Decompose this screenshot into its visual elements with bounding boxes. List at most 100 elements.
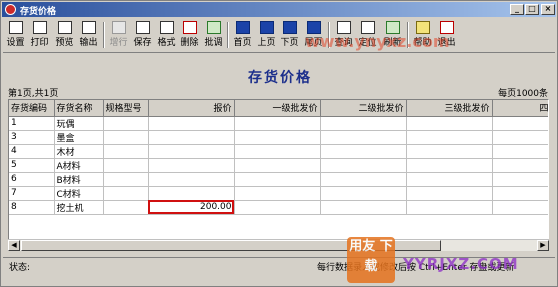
cell-price-editing[interactable]: 200.00 [148,200,235,215]
cell-wholesale-1[interactable] [234,158,321,173]
cell-wholesale-2[interactable] [320,172,407,187]
cell-name[interactable]: 墨盒 [54,130,104,145]
save-label: 保存 [133,38,152,48]
format-button[interactable]: 格式 [156,20,177,50]
header-row: 存货编码 存货名称 规格型号 报价 一级批发价 二级批发价 三级批发价 四级 [9,100,548,117]
table-row[interactable]: 4 木材 [9,144,548,159]
first-page-button[interactable]: 首页 [232,20,253,50]
cell-code[interactable]: 5 [9,158,55,173]
cell-price[interactable] [148,144,235,159]
cell-spec[interactable] [103,158,149,173]
cell-price[interactable] [148,172,235,187]
cell-code[interactable]: 8 [9,200,55,215]
table-row[interactable]: 3 墨盒 [9,130,548,145]
preview-button[interactable]: 预览 [54,20,75,50]
cell-code[interactable]: 7 [9,186,55,201]
prev-page-button[interactable]: 上页 [256,20,277,50]
cell-wholesale-4[interactable] [492,200,548,215]
cell-price[interactable] [148,186,235,201]
close-button[interactable]: × [541,4,555,15]
preview-label: 预览 [55,38,74,48]
col-wholesale-2[interactable]: 二级批发价 [320,100,407,117]
cell-wholesale-1[interactable] [234,172,321,187]
cell-code[interactable]: 6 [9,172,55,187]
col-price[interactable]: 报价 [148,100,235,117]
cell-spec[interactable] [103,172,149,187]
col-wholesale-4[interactable]: 四级 [492,100,548,117]
cell-price[interactable] [148,130,235,145]
col-spec[interactable]: 规格型号 [103,100,149,117]
cell-name[interactable]: 挖土机 [54,200,104,215]
cell-price[interactable] [148,116,235,131]
cell-wholesale-3[interactable] [406,130,493,145]
col-name[interactable]: 存货名称 [54,100,104,117]
cell-wholesale-4[interactable] [492,130,548,145]
cell-wholesale-4[interactable] [492,116,548,131]
table-row[interactable]: 1 玩偶 [9,116,548,131]
cell-wholesale-2[interactable] [320,158,407,173]
add-row-button[interactable]: 增行 [108,20,129,50]
cell-wholesale-3[interactable] [406,116,493,131]
cell-wholesale-3[interactable] [406,172,493,187]
horizontal-scrollbar[interactable]: ◀ ▶ [8,239,549,251]
col-wholesale-1[interactable]: 一级批发价 [234,100,321,117]
cell-wholesale-2[interactable] [320,130,407,145]
cell-spec[interactable] [103,116,149,131]
price-grid: 存货编码 存货名称 规格型号 报价 一级批发价 二级批发价 三级批发价 四级 1… [8,99,549,249]
cell-wholesale-1[interactable] [234,130,321,145]
cell-code[interactable]: 3 [9,130,55,145]
table-row[interactable]: 6 B材料 [9,172,548,187]
cell-wholesale-1[interactable] [234,116,321,131]
cell-spec[interactable] [103,200,149,215]
cell-wholesale-1[interactable] [234,200,321,215]
cell-wholesale-3[interactable] [406,158,493,173]
col-wholesale-3[interactable]: 三级批发价 [406,100,493,117]
settings-icon [8,21,23,34]
cell-wholesale-3[interactable] [406,144,493,159]
cell-spec[interactable] [103,130,149,145]
cell-wholesale-3[interactable] [406,186,493,201]
minimize-button[interactable]: _ [510,4,524,15]
cell-spec[interactable] [103,186,149,201]
cell-spec[interactable] [103,144,149,159]
cell-price[interactable] [148,158,235,173]
cell-wholesale-4[interactable] [492,158,548,173]
delete-icon [182,21,197,34]
cell-name[interactable]: C材料 [54,186,104,201]
cell-wholesale-1[interactable] [234,144,321,159]
export-button[interactable]: 输出 [78,20,99,50]
scroll-right-icon[interactable]: ▶ [537,240,549,251]
cell-name[interactable]: A材料 [54,158,104,173]
cell-wholesale-2[interactable] [320,116,407,131]
cell-code[interactable]: 4 [9,144,55,159]
cell-wholesale-4[interactable] [492,144,548,159]
cell-wholesale-1[interactable] [234,186,321,201]
cell-name[interactable]: 木材 [54,144,104,159]
batch-adjust-button[interactable]: 批调 [203,20,224,50]
table-row[interactable]: 7 C材料 [9,186,548,201]
maximize-button[interactable]: □ [525,4,539,15]
next-page-button[interactable]: 下页 [279,20,300,50]
table-row[interactable]: 8 挖土机 200.00 [9,200,548,215]
cell-name[interactable]: 玩偶 [54,116,104,131]
cell-code[interactable]: 1 [9,116,55,131]
cell-wholesale-4[interactable] [492,172,548,187]
col-code[interactable]: 存货编码 [9,100,55,117]
delete-button[interactable]: 删除 [179,20,200,50]
save-button[interactable]: 保存 [132,20,153,50]
cell-wholesale-2[interactable] [320,200,407,215]
cell-wholesale-3[interactable] [406,200,493,215]
settings-button[interactable]: 设置 [5,20,26,50]
cell-wholesale-2[interactable] [320,186,407,201]
next-page-label: 下页 [280,38,299,48]
cell-wholesale-2[interactable] [320,144,407,159]
scroll-left-icon[interactable]: ◀ [8,240,20,251]
batch-adjust-label: 批调 [204,38,223,48]
cell-wholesale-4[interactable] [492,186,548,201]
table-row[interactable]: 5 A材料 [9,158,548,173]
prev-page-icon [259,21,274,34]
title-bar[interactable]: 存货价格 _ □ × [2,2,556,17]
format-icon [159,21,174,34]
print-button[interactable]: 打印 [29,20,50,50]
cell-name[interactable]: B材料 [54,172,104,187]
